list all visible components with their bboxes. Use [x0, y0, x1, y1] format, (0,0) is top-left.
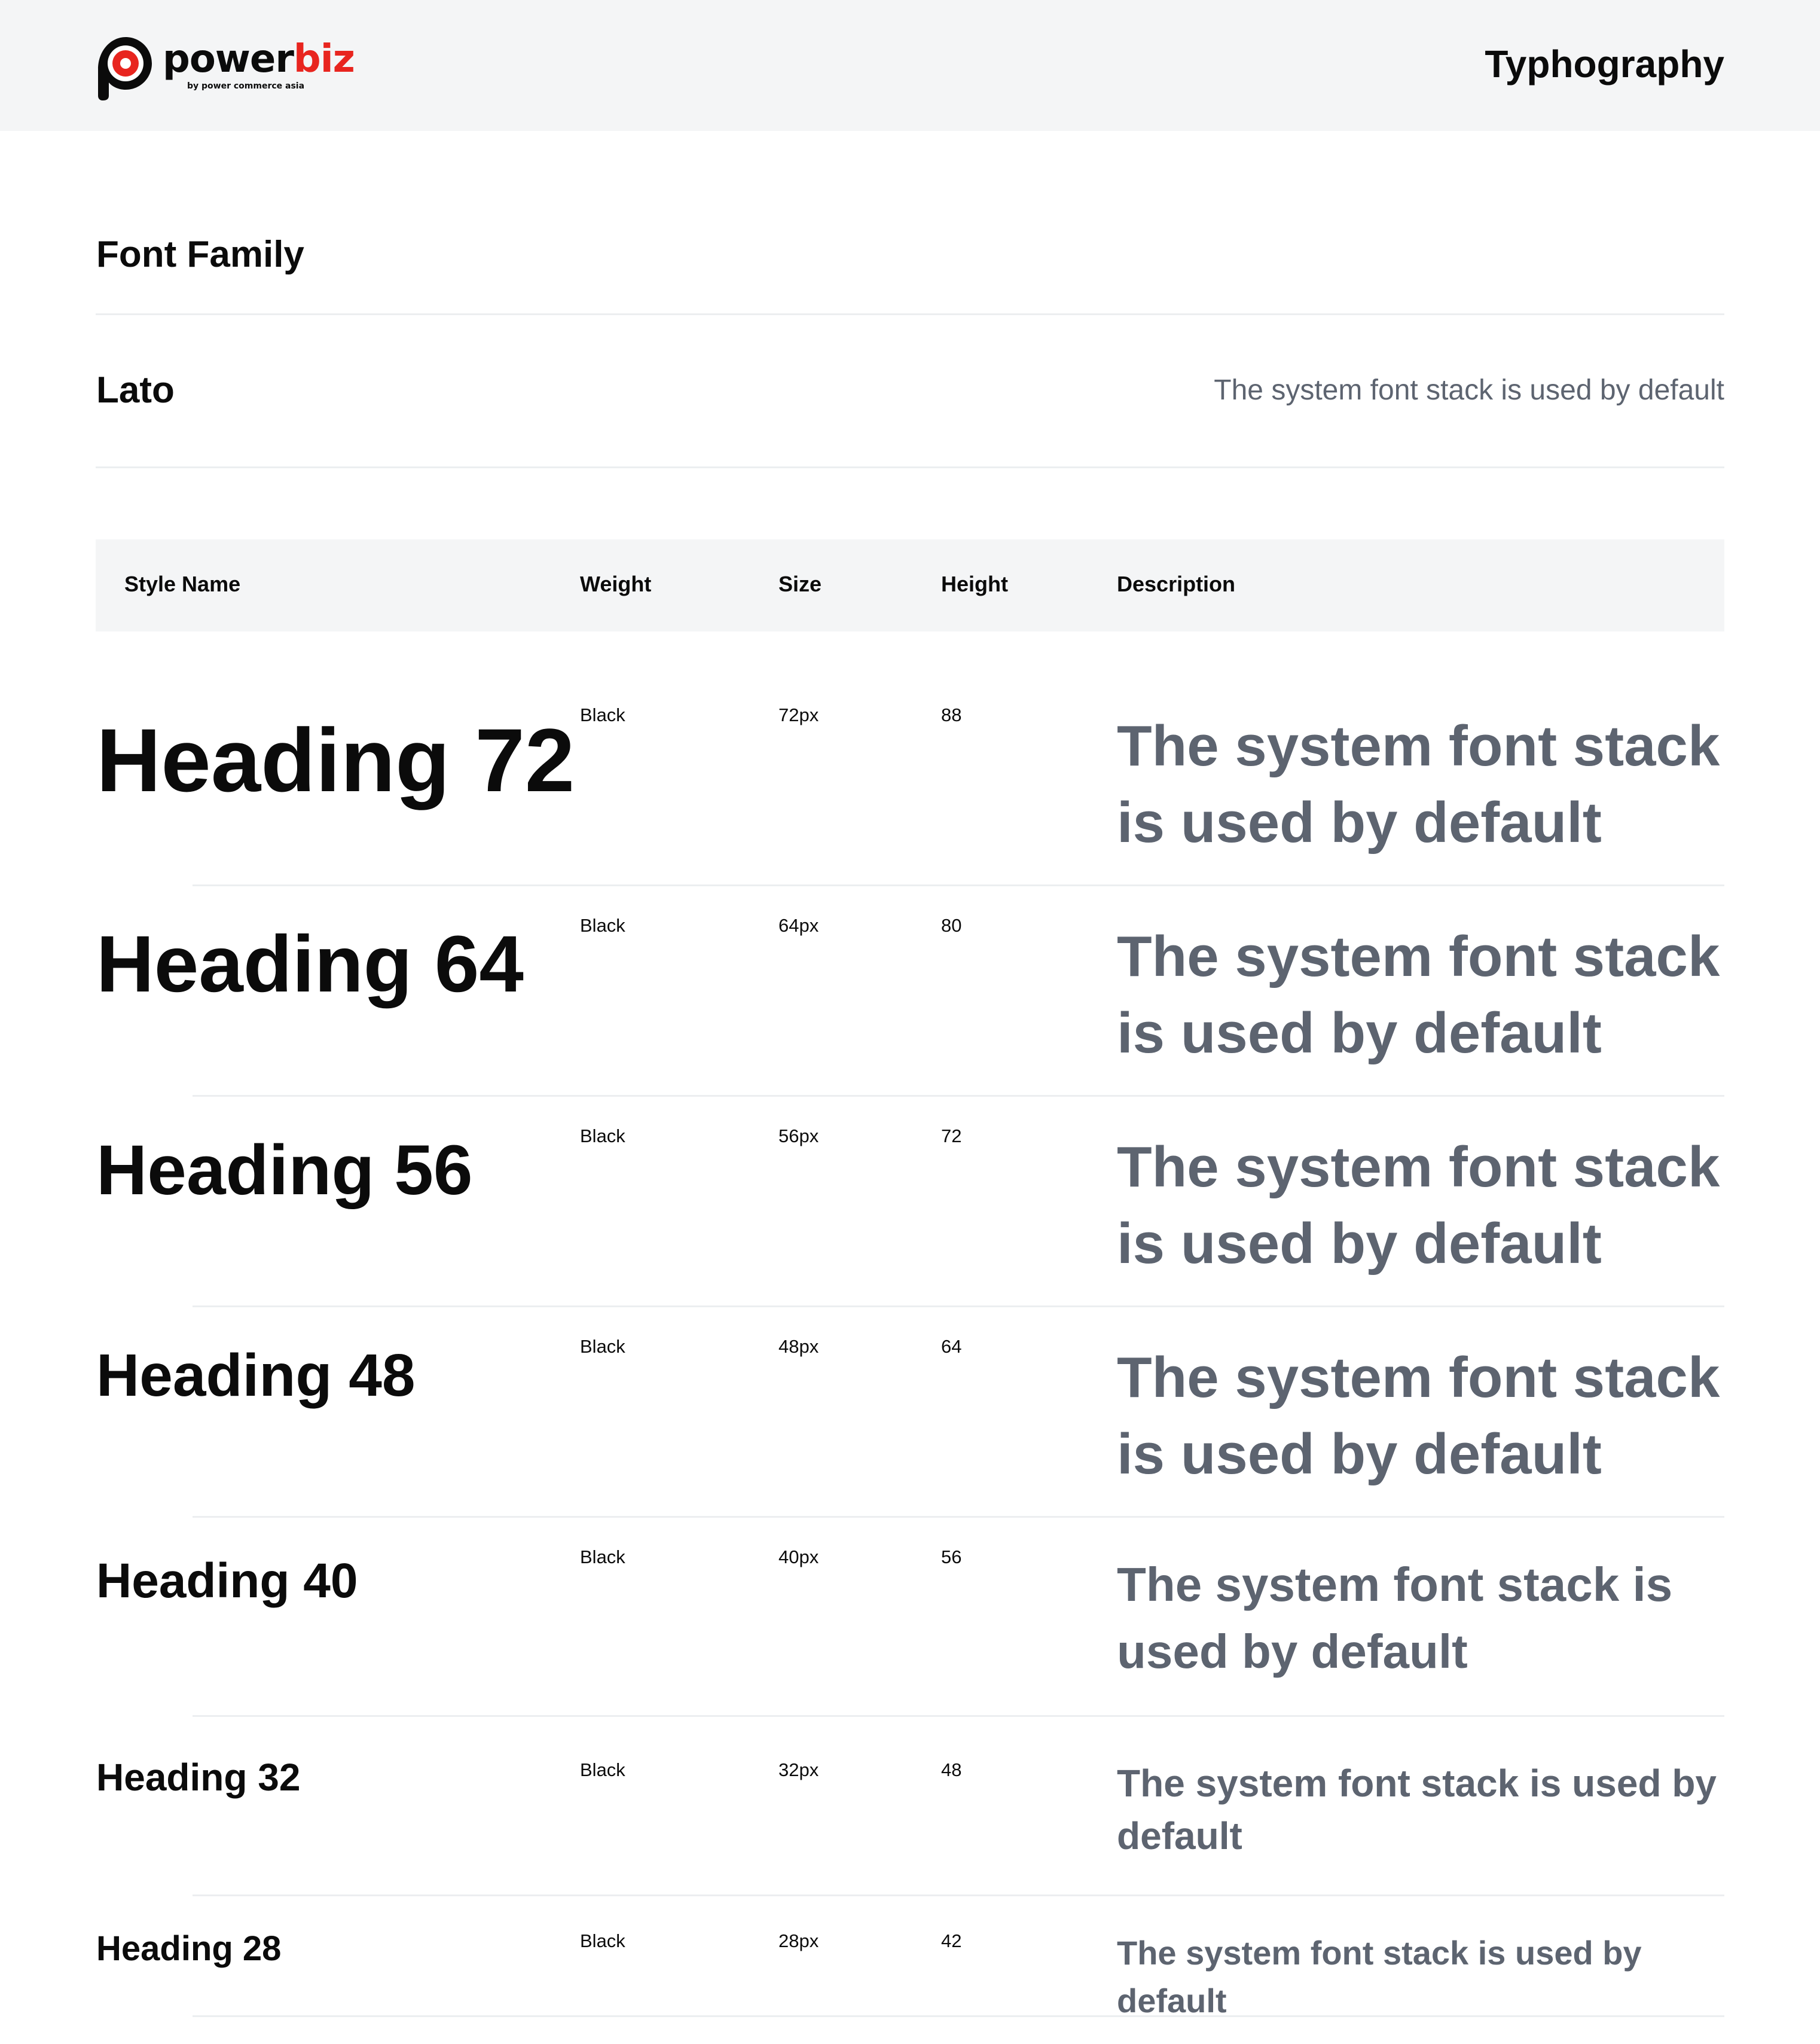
logo-word-power: power	[163, 37, 294, 81]
height-cell: 64	[941, 1336, 962, 1357]
row-divider	[193, 1095, 1724, 1097]
style-name: Heading 64	[96, 920, 524, 1009]
weight-cell: Black	[580, 1336, 625, 1357]
logo-wordmark: powerbiz	[163, 37, 355, 81]
description-cell: The system font stack is used by default	[1117, 714, 1720, 855]
powerbiz-logo[interactable]: powerbiz by power commerce asia	[94, 33, 355, 100]
weight-cell: Black	[580, 1759, 625, 1780]
powerbiz-logo-mark-icon	[98, 37, 152, 100]
description-cell: The system font stack is used by default	[1117, 1762, 1717, 1857]
weight-cell: Black	[580, 915, 625, 936]
table-header: Style Name Weight Size Height Descriptio…	[96, 539, 1724, 631]
style-name: Heading 56	[96, 1131, 473, 1210]
weight-cell: Black	[580, 1930, 625, 1951]
height-cell: 56	[941, 1546, 962, 1567]
font-family-name: Lato	[96, 370, 175, 411]
column-header-size: Size	[778, 572, 822, 596]
weight-cell: Black	[580, 1125, 625, 1146]
style-name: Heading 28	[96, 1929, 282, 1968]
section-title-font-family: Font Family	[96, 234, 304, 275]
size-cell: 64px	[778, 915, 819, 936]
size-cell: 72px	[778, 704, 819, 725]
top-header-bar: powerbiz by power commerce asia Typhogra…	[0, 0, 1820, 131]
style-name: Heading 72	[96, 710, 575, 810]
description-cell: The system font stack is used by default	[1117, 1558, 1673, 1678]
description-cell: The system font stack is used by default	[1117, 1346, 1720, 1486]
row-divider	[193, 2015, 1724, 2017]
style-name: Heading 40	[96, 1554, 358, 1608]
description-cell: The system font stack is used by default	[1117, 925, 1720, 1065]
column-header-description: Description	[1117, 572, 1236, 596]
description-cell: The system font stack is used by default	[1117, 1934, 1642, 2019]
row-divider	[193, 1305, 1724, 1307]
height-cell: 42	[941, 1930, 962, 1951]
size-cell: 28px	[778, 1930, 819, 1951]
row-divider	[193, 1894, 1724, 1896]
page-title: Typhography	[1485, 42, 1724, 86]
style-name: Heading 32	[96, 1756, 301, 1799]
size-cell: 48px	[778, 1336, 819, 1357]
row-divider	[193, 884, 1724, 886]
weight-cell: Black	[580, 704, 625, 725]
weight-cell: Black	[580, 1546, 625, 1567]
description-cell: The system font stack is used by default	[1117, 1135, 1720, 1276]
height-cell: 72	[941, 1125, 962, 1146]
column-header-style-name: Style Name	[124, 572, 241, 596]
size-cell: 40px	[778, 1546, 819, 1567]
divider	[96, 466, 1724, 468]
column-header-height: Height	[941, 572, 1008, 596]
height-cell: 88	[941, 704, 962, 725]
divider	[96, 313, 1724, 315]
column-header-weight: Weight	[580, 572, 652, 596]
font-family-description: The system font stack is used by default	[1214, 374, 1724, 406]
row-divider	[193, 1516, 1724, 1518]
logo-tagline: by power commerce asia	[187, 81, 305, 91]
logo-word-biz: biz	[293, 37, 355, 81]
size-cell: 32px	[778, 1759, 819, 1780]
style-name: Heading 48	[96, 1342, 416, 1409]
size-cell: 56px	[778, 1125, 819, 1146]
row-divider	[193, 1715, 1724, 1717]
height-cell: 80	[941, 915, 962, 936]
height-cell: 48	[941, 1759, 962, 1780]
